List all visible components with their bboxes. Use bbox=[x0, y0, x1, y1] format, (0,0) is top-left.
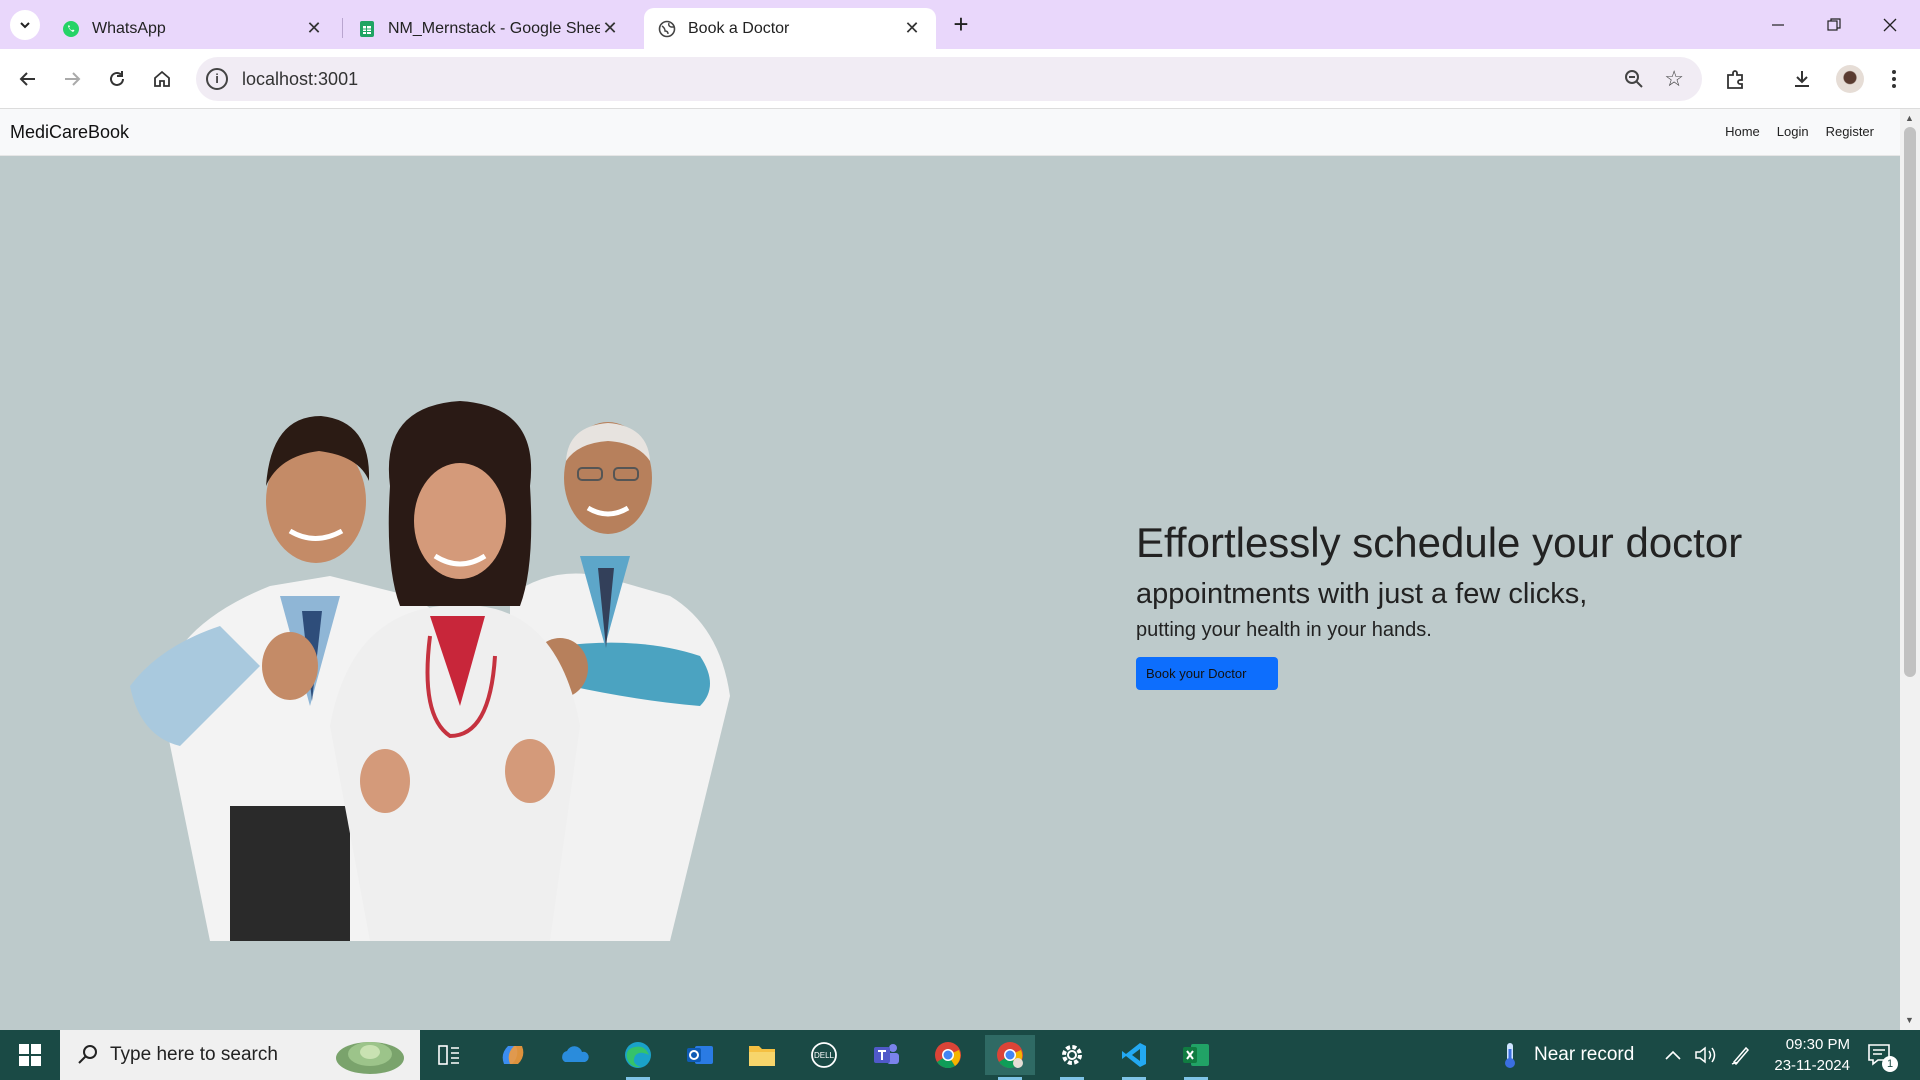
tab-title: NM_Mernstack - Google Sheets bbox=[388, 19, 600, 37]
extensions-icon[interactable] bbox=[1722, 65, 1750, 93]
taskbar-search-box[interactable]: Type here to search bbox=[60, 1030, 420, 1080]
windows-start-icon[interactable] bbox=[0, 1030, 60, 1080]
pen-input-icon[interactable] bbox=[1730, 1030, 1752, 1080]
system-clock[interactable]: 09:30 PM 23-11-2024 bbox=[1762, 1034, 1850, 1080]
new-tab-plus-icon[interactable]: + bbox=[948, 11, 974, 38]
hero-tagline: putting your health in your hands. bbox=[1136, 619, 1432, 641]
download-icon[interactable] bbox=[1788, 65, 1816, 93]
nav-links: Home Login Register bbox=[1725, 124, 1874, 139]
excel-icon[interactable] bbox=[1171, 1035, 1221, 1080]
clock-date: 23-11-2024 bbox=[1774, 1057, 1850, 1074]
hero-headline: Effortlessly schedule your doctor bbox=[1136, 519, 1743, 566]
hero-subheadline: appointments with just a few clicks, bbox=[1136, 578, 1588, 610]
whatsapp-icon bbox=[62, 20, 80, 38]
kebab-menu-icon[interactable] bbox=[1880, 65, 1908, 93]
thermometer-icon bbox=[1505, 1043, 1515, 1068]
nav-login-link[interactable]: Login bbox=[1777, 124, 1809, 139]
doctor-center-figure bbox=[330, 401, 580, 941]
reload-icon[interactable] bbox=[103, 65, 131, 93]
nav-register-link[interactable]: Register bbox=[1826, 124, 1874, 139]
browser-toolbar: i localhost:3001 ☆ bbox=[0, 49, 1920, 109]
chevron-down-icon bbox=[20, 22, 30, 29]
hero-section: Effortlessly schedule your doctor appoin… bbox=[0, 156, 1900, 1030]
search-icon bbox=[76, 1043, 100, 1072]
site-brand[interactable]: MediCareBook bbox=[10, 122, 129, 143]
web-page: MediCareBook Home Login Register Effortl… bbox=[0, 109, 1920, 1030]
outlook-icon[interactable] bbox=[675, 1035, 725, 1075]
profile-avatar[interactable] bbox=[1836, 65, 1864, 93]
tab-google-sheets[interactable]: NM_Mernstack - Google Sheets ✕ bbox=[344, 8, 634, 49]
dell-icon[interactable]: DELL bbox=[799, 1035, 849, 1075]
onedrive-icon[interactable] bbox=[550, 1035, 600, 1075]
site-navbar: MediCareBook Home Login Register bbox=[0, 109, 1900, 156]
restore-icon[interactable] bbox=[1814, 10, 1854, 40]
doctors-hero-image bbox=[130, 401, 730, 941]
svg-text:DELL: DELL bbox=[814, 1051, 835, 1060]
windows-taskbar: Type here to search DELL Near record 09:… bbox=[0, 1030, 1920, 1080]
notification-center-icon[interactable]: 1 bbox=[1866, 1030, 1898, 1080]
close-icon[interactable]: ✕ bbox=[902, 18, 922, 39]
clock-time: 09:30 PM bbox=[1785, 1036, 1850, 1053]
tab-title: WhatsApp bbox=[92, 19, 166, 37]
notification-badge: 1 bbox=[1882, 1056, 1898, 1072]
volume-icon[interactable] bbox=[1694, 1030, 1718, 1080]
close-icon[interactable]: ✕ bbox=[600, 18, 620, 39]
weather-text: Near record bbox=[1534, 1044, 1635, 1065]
tab-separator bbox=[342, 18, 343, 38]
bookmark-star-icon[interactable]: ☆ bbox=[1664, 66, 1684, 92]
address-bar[interactable]: i localhost:3001 ☆ bbox=[196, 57, 1702, 101]
search-placeholder: Type here to search bbox=[110, 1044, 278, 1065]
show-hidden-icons-chevron-icon[interactable] bbox=[1664, 1030, 1682, 1080]
globe-icon bbox=[658, 20, 676, 38]
back-arrow-icon[interactable] bbox=[14, 65, 42, 93]
scrollbar-thumb[interactable] bbox=[1904, 127, 1916, 677]
chrome-icon[interactable] bbox=[923, 1035, 973, 1075]
zoom-icon[interactable] bbox=[1622, 67, 1646, 91]
weather-widget[interactable]: Near record bbox=[1500, 1030, 1634, 1080]
forward-arrow-icon[interactable] bbox=[58, 65, 86, 93]
tab-book-a-doctor[interactable]: Book a Doctor ✕ bbox=[644, 8, 936, 49]
scroll-up-arrow-icon[interactable]: ▲ bbox=[1905, 113, 1914, 123]
chrome-profile-icon[interactable] bbox=[985, 1035, 1035, 1080]
book-doctor-button[interactable]: Book your Doctor bbox=[1136, 657, 1278, 690]
tab-title: Book a Doctor bbox=[688, 19, 790, 37]
scroll-down-arrow-icon[interactable]: ▼ bbox=[1905, 1015, 1914, 1025]
tab-search-button[interactable] bbox=[10, 10, 40, 40]
nav-home-link[interactable]: Home bbox=[1725, 124, 1760, 139]
hero-text-block: Effortlessly schedule your doctor appoin… bbox=[1136, 518, 1742, 690]
close-window-icon[interactable] bbox=[1870, 10, 1910, 40]
close-icon[interactable]: ✕ bbox=[304, 18, 324, 39]
file-explorer-icon[interactable] bbox=[737, 1035, 787, 1075]
browser-tab-strip: WhatsApp ✕ NM_Mernstack - Google Sheets … bbox=[0, 0, 1920, 49]
task-view-icon[interactable] bbox=[424, 1035, 474, 1075]
search-highlight-plant-icon bbox=[336, 1042, 404, 1074]
edge-browser-icon[interactable] bbox=[613, 1035, 663, 1080]
url-text: localhost:3001 bbox=[242, 69, 359, 89]
tab-whatsapp[interactable]: WhatsApp ✕ bbox=[48, 8, 338, 49]
vscode-icon[interactable] bbox=[1109, 1035, 1159, 1080]
minimize-icon[interactable] bbox=[1758, 10, 1798, 40]
page-scrollbar[interactable]: ▲ ▼ bbox=[1900, 109, 1920, 1030]
site-info-icon[interactable]: i bbox=[206, 68, 228, 90]
teams-icon[interactable] bbox=[861, 1035, 911, 1075]
copilot-icon[interactable] bbox=[488, 1035, 538, 1075]
google-sheets-icon bbox=[358, 20, 376, 38]
settings-gear-icon[interactable] bbox=[1047, 1035, 1097, 1080]
home-icon[interactable] bbox=[148, 65, 176, 93]
